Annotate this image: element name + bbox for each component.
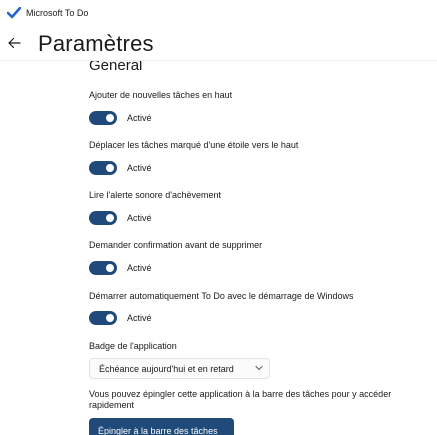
toggle-state-label: Activé <box>127 263 152 273</box>
setting-label-app-badge: Badge de l'application <box>89 341 177 351</box>
toggle-completion-sound[interactable] <box>89 211 117 225</box>
app-title: Microsoft To Do <box>26 8 89 18</box>
app-badge-selected-value: Échéance aujourd'hui et en retard <box>99 364 234 374</box>
settings-scroll-area[interactable]: Général Ajouter de nouvelles tâches en h… <box>0 61 437 435</box>
toggle-state-label: Activé <box>127 313 152 323</box>
toggle-state-label: Activé <box>127 163 152 173</box>
toggle-state-label: Activé <box>127 113 152 123</box>
app-badge-dropdown[interactable]: Échéance aujourd'hui et en retard <box>89 358 270 379</box>
section-title-general: Général <box>89 61 143 74</box>
toggle-autostart[interactable] <box>89 311 117 325</box>
back-arrow-icon[interactable] <box>5 33 25 53</box>
pin-to-taskbar-button[interactable]: Épingler à la barre des tâches <box>89 418 234 435</box>
chevron-down-icon <box>255 366 263 370</box>
toggle-confirm-delete[interactable] <box>89 261 117 275</box>
toggle-knob <box>106 214 114 222</box>
todo-logo-icon <box>7 7 21 19</box>
toggle-knob <box>106 164 114 172</box>
setting-label-starred-top: Déplacer les tâches marqué d'une étoile … <box>89 140 299 150</box>
setting-label-new-tasks-top: Ajouter de nouvelles tâches en haut <box>89 90 233 100</box>
toggle-knob <box>106 314 114 322</box>
setting-label-completion-sound: Lire l'alerte sonore d'achèvement <box>89 190 222 200</box>
title-bar: Microsoft To Do <box>0 0 437 26</box>
toggle-new-tasks-top[interactable] <box>89 111 117 125</box>
toggle-knob <box>106 114 114 122</box>
setting-label-confirm-delete: Demander confirmation avant de supprimer <box>89 240 263 250</box>
page-title: Paramètres <box>38 31 154 56</box>
toggle-state-label: Activé <box>127 213 152 223</box>
setting-label-autostart: Démarrer automatiquement To Do avec le d… <box>89 291 354 301</box>
toggle-knob <box>106 264 114 272</box>
pin-description: Vous pouvez épingler cette application à… <box>89 389 392 410</box>
toggle-starred-top[interactable] <box>89 161 117 175</box>
